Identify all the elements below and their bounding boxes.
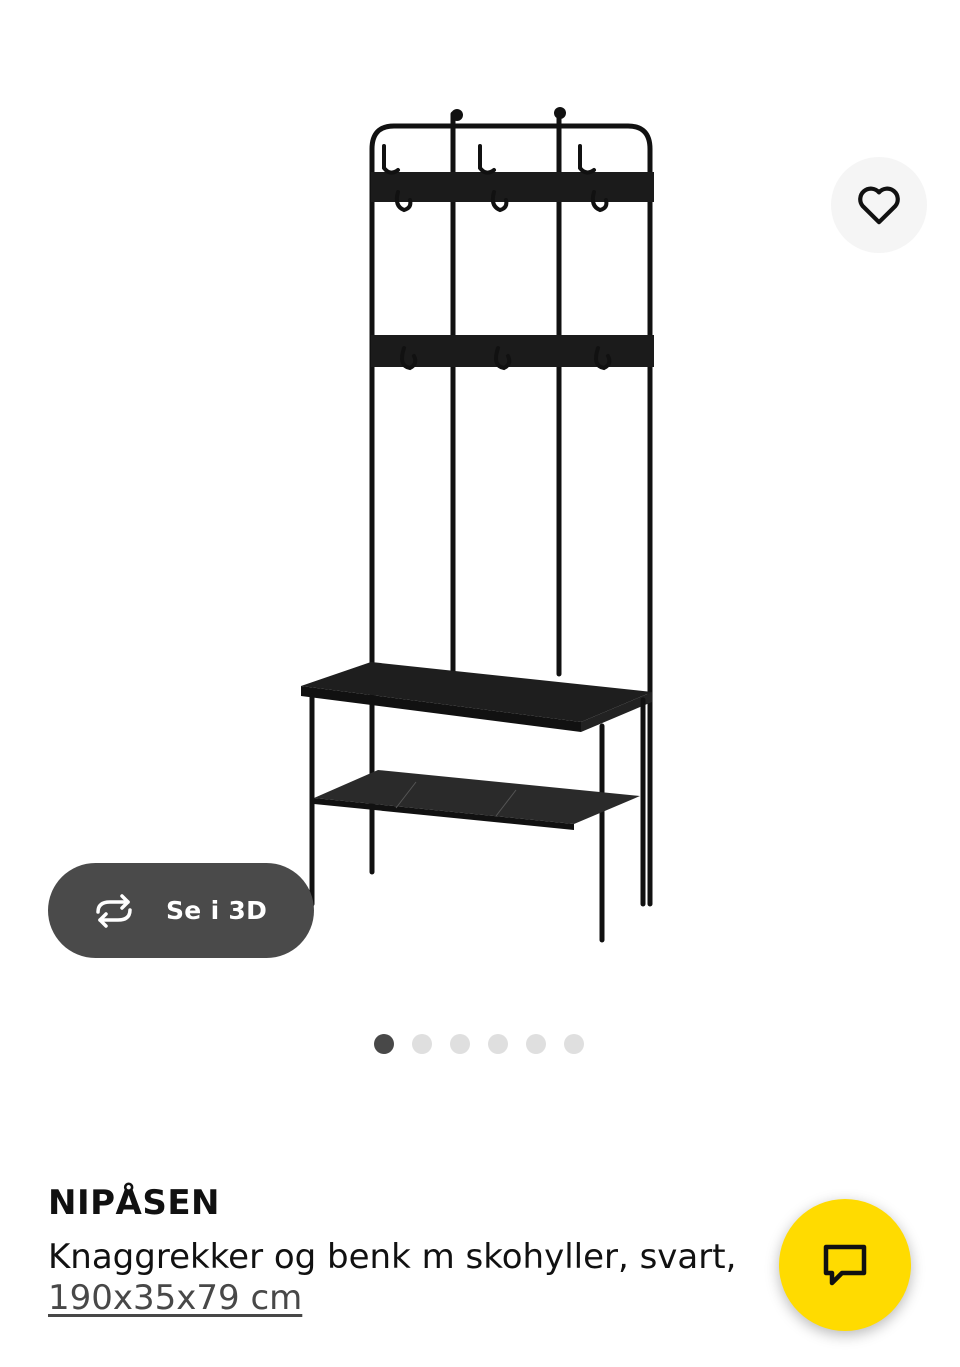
view-in-3d-label: Se i 3D [166, 896, 268, 925]
heart-icon [858, 186, 900, 225]
pagination-dot[interactable] [450, 1034, 470, 1054]
pagination-dot[interactable] [564, 1034, 584, 1054]
product-image [301, 107, 654, 943]
pagination-dot[interactable] [526, 1034, 546, 1054]
chat-button[interactable] [779, 1199, 911, 1331]
pagination-dot[interactable] [488, 1034, 508, 1054]
product-image-area[interactable] [16, 64, 944, 982]
image-pagination [374, 1034, 584, 1054]
view-in-3d-button[interactable]: Se i 3D [48, 863, 314, 958]
rotate-3d-icon [96, 893, 132, 928]
favorite-button[interactable] [831, 157, 927, 253]
product-name: NIPÅSEN [48, 1183, 221, 1223]
product-description: Knaggrekker og benk m skohyller, svart, [48, 1237, 737, 1277]
chat-bubble-icon [823, 1244, 867, 1286]
pagination-dot[interactable] [412, 1034, 432, 1054]
product-dimensions-link[interactable]: 190x35x79 cm [48, 1278, 302, 1318]
pagination-dot-active[interactable] [374, 1034, 394, 1054]
